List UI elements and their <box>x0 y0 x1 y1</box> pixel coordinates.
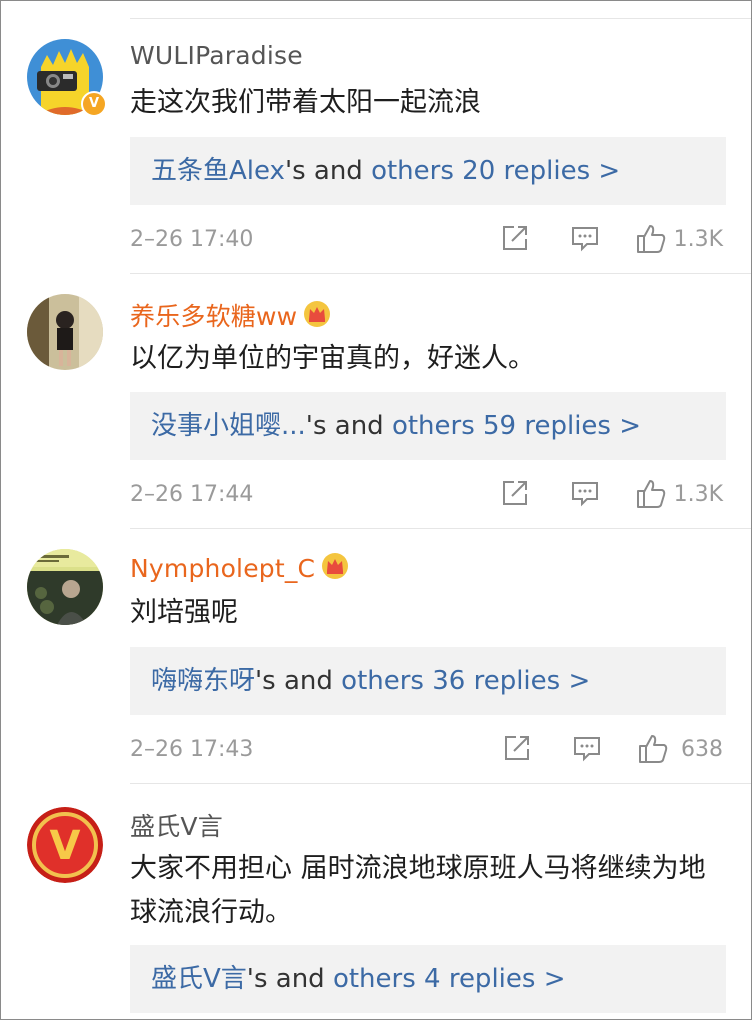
like-icon[interactable] <box>635 223 667 259</box>
reply-summary[interactable]: 嗨嗨东呀's and others 36 replies > <box>130 647 726 715</box>
avatar[interactable] <box>27 294 103 370</box>
comment-meta: 2–26 17:40 1.3K <box>130 223 723 257</box>
comment-text: 刘培强呢 <box>130 597 238 628</box>
share-icon[interactable] <box>500 478 530 512</box>
crown-icon <box>303 300 331 334</box>
reply-connector: 's and <box>284 156 372 186</box>
reply-lead-user[interactable]: 盛氏V言 <box>151 964 247 994</box>
like-icon[interactable] <box>635 478 667 514</box>
reply-connector: 's and <box>255 666 342 696</box>
comment-meta: 2–26 17:43 638 <box>130 733 723 767</box>
like-count: 1.3K <box>673 482 723 507</box>
comment-time: 2–26 17:43 <box>130 737 254 762</box>
album-avatar-icon <box>27 549 103 625</box>
avatar[interactable] <box>27 549 103 625</box>
like-count: 1.3K <box>673 227 723 252</box>
photo-avatar-icon <box>27 294 103 370</box>
like-count: 638 <box>681 737 723 762</box>
reply-others-link[interactable]: others 36 replies > <box>341 666 590 696</box>
comment-username[interactable]: 养乐多软糖ww <box>130 297 331 334</box>
reply-connector: 's and <box>305 411 392 441</box>
comment-text: 大家不用担心 届时流浪地球原班人马将继续为地球流浪行动。 <box>130 853 706 928</box>
avatar[interactable]: V <box>27 807 103 883</box>
username-text: Nympholept_C <box>130 554 316 583</box>
reply-connector: 's and <box>246 964 333 994</box>
divider <box>130 528 751 529</box>
share-icon[interactable] <box>500 223 530 257</box>
divider <box>130 18 751 19</box>
comment-meta: 2–26 17:44 1.3K <box>130 478 723 512</box>
avatar-letter: V <box>50 823 81 869</box>
comment-list: V WULIParadise 走这次我们带着太阳一起流浪 五条鱼Alex's a… <box>0 0 752 1020</box>
comment-time: 2–26 17:44 <box>130 482 254 507</box>
reply-summary[interactable]: 盛氏V言's and others 4 replies > <box>130 945 726 1013</box>
reply-summary[interactable]: 五条鱼Alex's and others 20 replies > <box>130 137 726 205</box>
comment-username[interactable]: WULIParadise <box>130 41 303 70</box>
divider <box>130 783 751 784</box>
comment-username[interactable]: 盛氏V言 <box>130 807 223 843</box>
reply-others-link[interactable]: others 20 replies > <box>371 156 620 186</box>
comment-icon[interactable] <box>570 478 600 512</box>
reply-lead-user[interactable]: 五条鱼Alex <box>151 156 285 186</box>
share-icon[interactable] <box>502 733 532 767</box>
comment-text: 走这次我们带着太阳一起流浪 <box>130 87 481 118</box>
comment-time: 2–26 17:40 <box>130 227 254 252</box>
verified-badge-icon: V <box>81 91 107 117</box>
reply-others-link[interactable]: others 4 replies > <box>333 964 566 994</box>
comment-username[interactable]: Nympholept_C <box>130 552 349 586</box>
crown-icon <box>321 552 349 586</box>
reply-summary[interactable]: 没事小姐嘤...'s and others 59 replies > <box>130 392 726 460</box>
like-icon[interactable] <box>637 733 669 769</box>
reply-others-link[interactable]: others 59 replies > <box>392 411 641 441</box>
comment-icon[interactable] <box>570 223 600 257</box>
comment-icon[interactable] <box>572 733 602 767</box>
comment-text: 以亿为单位的宇宙真的，好迷人。 <box>130 343 535 374</box>
v-logo-avatar-icon: V <box>27 807 103 883</box>
reply-lead-user[interactable]: 没事小姐嘤... <box>151 411 306 441</box>
reply-lead-user[interactable]: 嗨嗨东呀 <box>151 666 255 696</box>
divider <box>130 273 751 274</box>
username-text: 养乐多软糖ww <box>130 302 298 331</box>
